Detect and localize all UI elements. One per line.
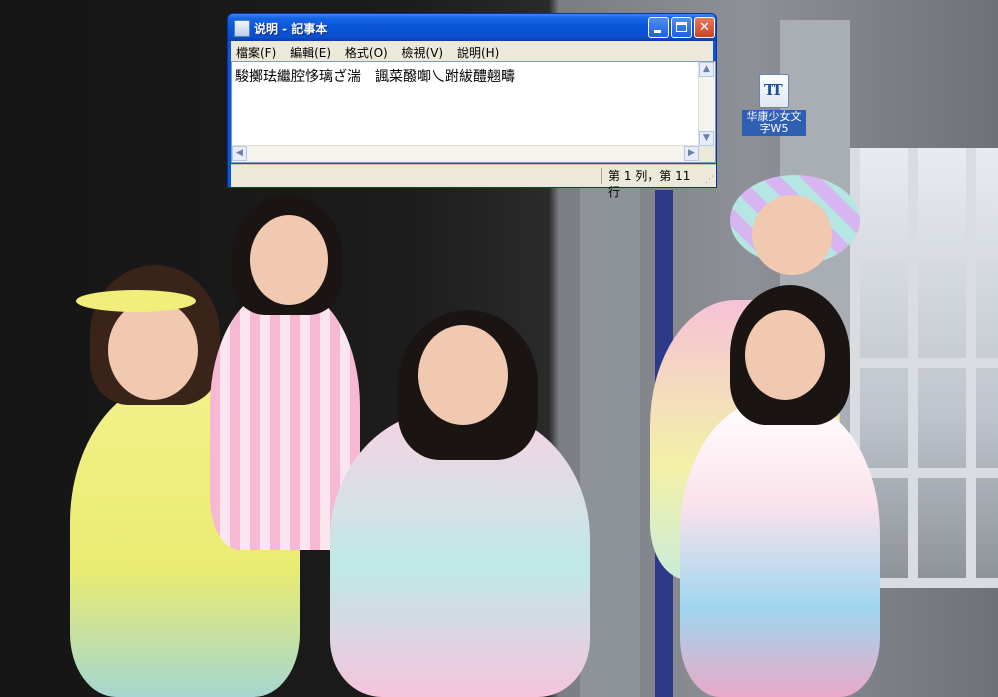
minimize-button[interactable]: [648, 17, 669, 38]
scroll-down-icon[interactable]: ▼: [699, 131, 714, 146]
performer-face: [250, 215, 328, 305]
performer-face: [108, 300, 198, 400]
maximize-button[interactable]: [671, 17, 692, 38]
vertical-scrollbar[interactable]: ▲ ▼: [698, 62, 715, 146]
resize-grip-icon[interactable]: ⋰: [705, 176, 714, 185]
editor-content[interactable]: 駿擲珐繼腔恀璃ざ湍 諷菜醱啣乀跗紱醴翹疇: [235, 66, 515, 86]
maximize-icon: [676, 22, 687, 32]
performer-visor: [76, 290, 196, 312]
scroll-right-icon[interactable]: ▶: [684, 146, 699, 161]
menu-help[interactable]: 說明(H): [452, 41, 504, 61]
performer-face: [418, 325, 508, 425]
menu-view[interactable]: 檢視(V): [397, 41, 449, 61]
menu-file[interactable]: 檔案(F): [231, 41, 281, 61]
minimize-icon: [654, 30, 661, 33]
notepad-app-icon[interactable]: [234, 20, 250, 37]
title-bar[interactable]: 说明 - 記事本 ✕: [228, 14, 716, 41]
horizontal-scrollbar[interactable]: ◀ ▶: [232, 145, 699, 162]
truetype-font-icon: TT: [759, 74, 789, 108]
desktop-icon-label: 华康少女文字W5: [742, 110, 806, 136]
cursor-position: 第 1 列，第 11 行: [601, 168, 702, 199]
window-title: 说明 - 記事本: [254, 22, 328, 36]
desktop-font-file-icon[interactable]: TT 华康少女文字W5: [740, 74, 808, 136]
notepad-window[interactable]: 说明 - 記事本 ✕ 檔案(F) 編輯(E) 格式(O) 檢視(V) 說明(H)…: [227, 13, 717, 199]
menu-format[interactable]: 格式(O): [340, 41, 393, 61]
performer-front-right: [680, 400, 880, 697]
status-bar: 第 1 列，第 11 行 ⋰: [231, 164, 716, 199]
scrollbar-corner: [699, 146, 715, 162]
scroll-left-icon[interactable]: ◀: [232, 146, 247, 161]
text-editor-area[interactable]: 駿擲珐繼腔恀璃ざ湍 諷菜醱啣乀跗紱醴翹疇 ▲ ▼ ◀ ▶: [231, 61, 716, 163]
menu-edit[interactable]: 編輯(E): [285, 41, 336, 61]
menu-bar: 檔案(F) 編輯(E) 格式(O) 檢視(V) 說明(H): [231, 41, 713, 61]
performer-face: [752, 195, 832, 275]
performer-face: [745, 310, 825, 400]
close-button[interactable]: ✕: [694, 17, 715, 38]
close-icon: ✕: [699, 20, 710, 35]
scroll-up-icon[interactable]: ▲: [699, 62, 714, 77]
